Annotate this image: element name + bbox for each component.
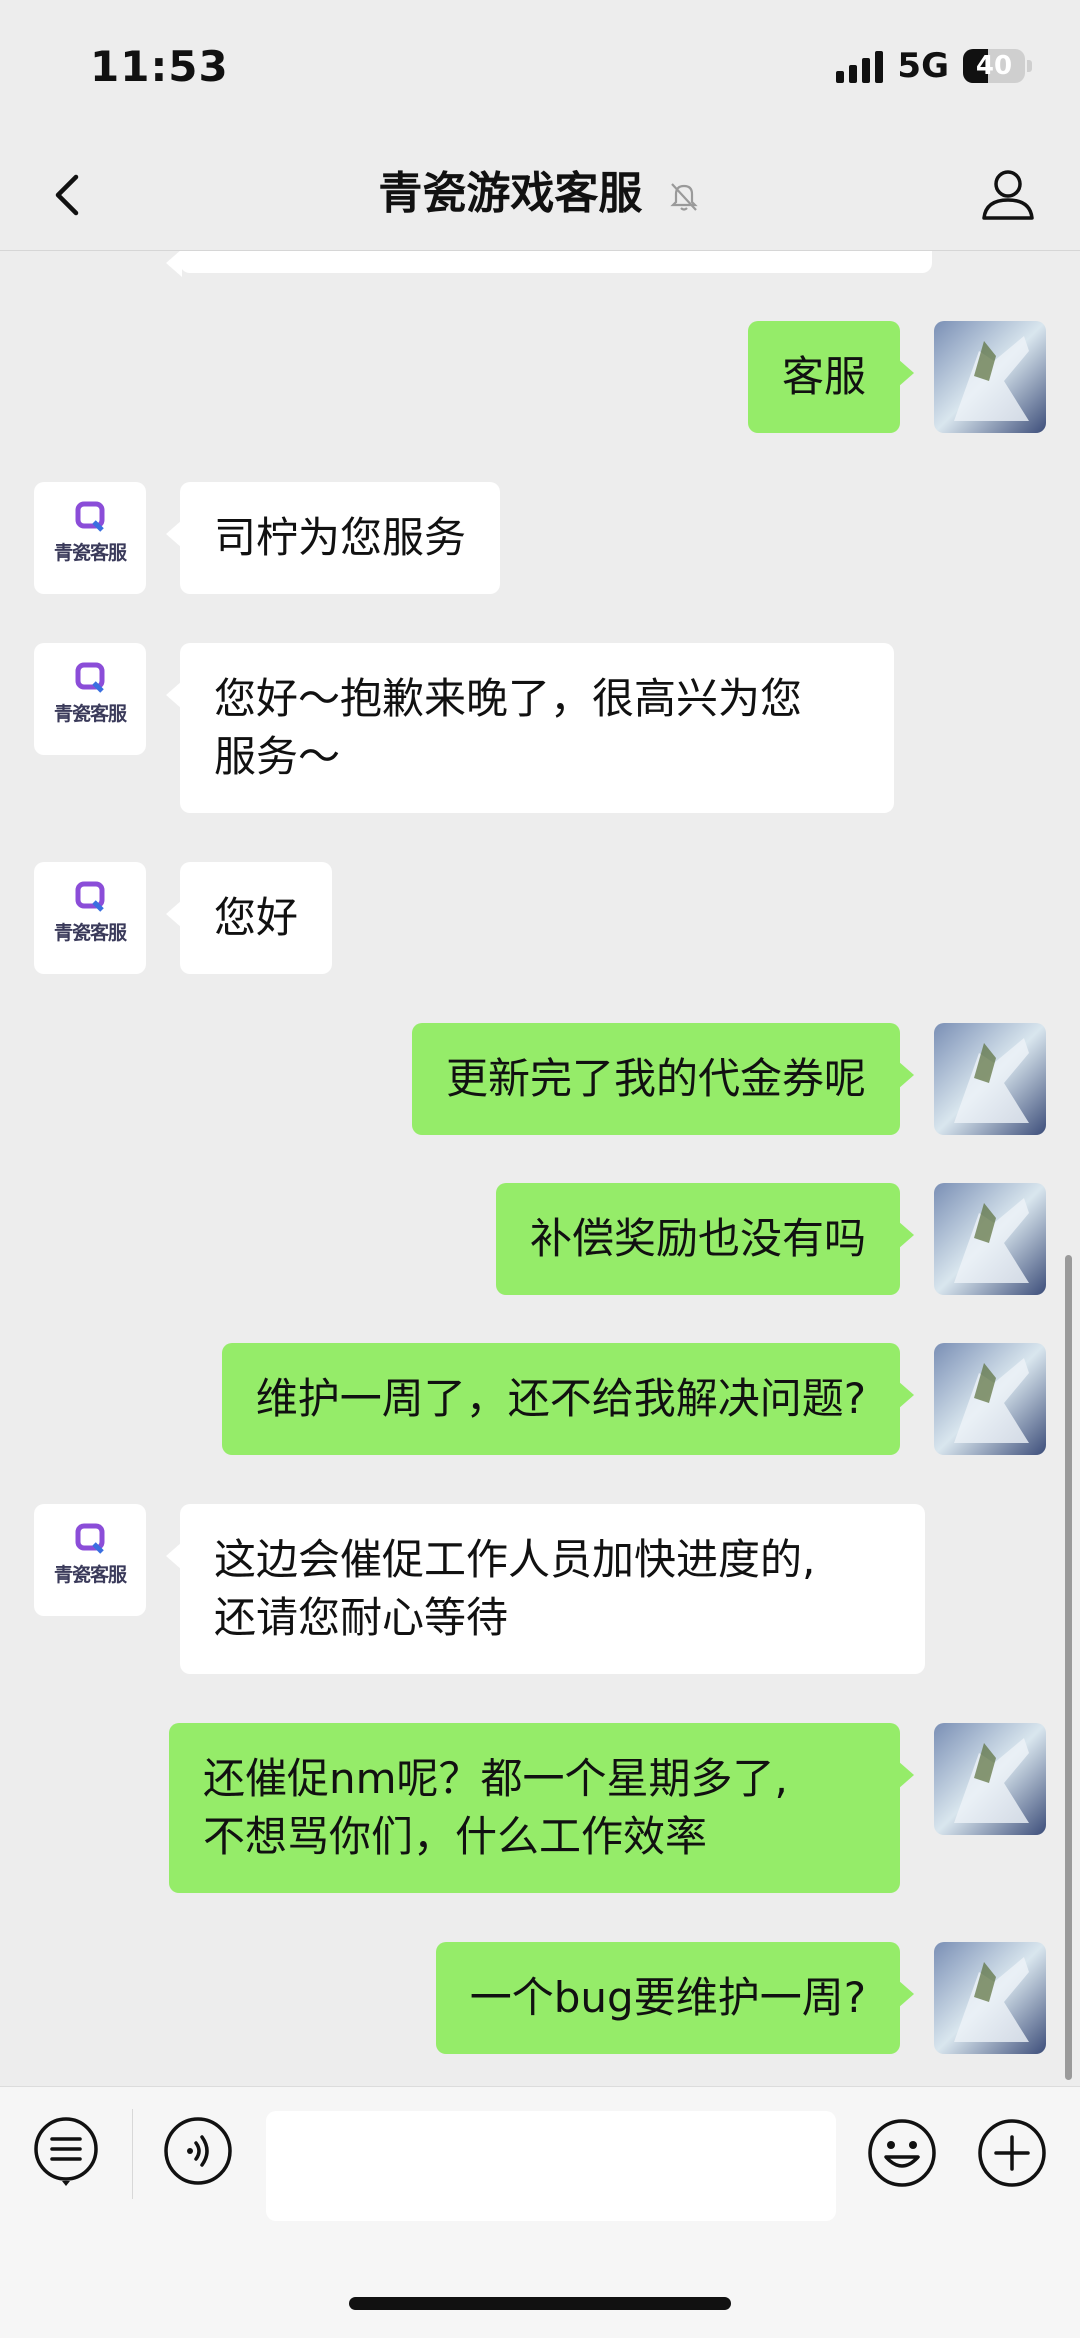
message-line: 服务～ bbox=[214, 732, 341, 781]
message-input[interactable] bbox=[266, 2111, 836, 2221]
cs-avatar-label: 青瓷客服 bbox=[53, 542, 127, 564]
message-line: 这边会催促工作人员加快进度的, bbox=[214, 1535, 816, 1584]
message-bubble[interactable]: 更新完了我的代金券呢 bbox=[411, 1023, 915, 1135]
cs-avatar-label: 青瓷客服 bbox=[53, 1564, 127, 1586]
user-avatar[interactable] bbox=[934, 1023, 1046, 1135]
message-line: 不想骂你们，什么工作效率 bbox=[203, 1812, 708, 1861]
message-line: 还催促nm呢？都一个星期多了, bbox=[203, 1754, 788, 1803]
status-indicators: 5G 40 bbox=[836, 46, 1032, 86]
message-line: 还请您耐心等待 bbox=[214, 1593, 509, 1642]
chat-scrollbar[interactable] bbox=[1065, 1255, 1072, 2080]
cs-avatar-label: 青瓷客服 bbox=[53, 922, 127, 944]
cs-avatar[interactable]: 青瓷客服 bbox=[34, 1504, 146, 1616]
user-avatar[interactable] bbox=[934, 1942, 1046, 2054]
person-icon[interactable] bbox=[976, 162, 1040, 226]
battery-level: 40 bbox=[975, 51, 1013, 81]
plus-icon[interactable] bbox=[976, 2117, 1048, 2189]
user-avatar[interactable] bbox=[934, 1183, 1046, 1295]
smile-icon[interactable] bbox=[866, 2117, 938, 2189]
message-bubble[interactable]: 司柠为您服务 bbox=[165, 482, 501, 594]
signal-icon bbox=[836, 49, 884, 83]
battery-icon: 40 bbox=[963, 49, 1025, 83]
home-indicator[interactable] bbox=[349, 2297, 731, 2310]
partial-message-bubble bbox=[166, 251, 932, 277]
bell-off-icon bbox=[670, 183, 698, 211]
voice-icon[interactable] bbox=[162, 2115, 234, 2187]
message-bubble[interactable]: 客服 bbox=[747, 321, 915, 433]
input-divider bbox=[132, 2109, 133, 2199]
list-icon[interactable] bbox=[30, 2115, 102, 2187]
cs-avatar[interactable]: 青瓷客服 bbox=[34, 643, 146, 755]
message-bubble[interactable]: 维护一周了，还不给我解决问题? bbox=[221, 1343, 915, 1455]
cs-avatar[interactable]: 青瓷客服 bbox=[34, 482, 146, 594]
user-avatar[interactable] bbox=[934, 1343, 1046, 1455]
status-time: 11:53 bbox=[90, 42, 229, 91]
status-bar: 11:53 5G 40 bbox=[0, 0, 1080, 140]
message-bubble[interactable]: 您好 bbox=[165, 862, 333, 974]
network-type: 5G bbox=[897, 46, 949, 86]
cs-avatar-label: 青瓷客服 bbox=[53, 703, 127, 725]
message-bubble[interactable]: 补偿奖励也没有吗 bbox=[495, 1183, 915, 1295]
chat-title-text: 青瓷游戏客服 bbox=[378, 168, 643, 219]
message-line: 您好～抱歉来晚了，很高兴为您 bbox=[214, 674, 803, 723]
user-avatar[interactable] bbox=[934, 321, 1046, 433]
message-bubble[interactable]: 还催促nm呢？都一个星期多了, 不想骂你们，什么工作效率 bbox=[169, 1723, 914, 1893]
message-bubble[interactable]: 您好～抱歉来晚了，很高兴为您 服务～ bbox=[166, 643, 894, 813]
chat-header: 青瓷游戏客服 bbox=[0, 140, 1080, 251]
cs-avatar[interactable]: 青瓷客服 bbox=[34, 862, 146, 974]
chat-title: 青瓷游戏客服 bbox=[0, 164, 1080, 224]
message-bubble[interactable]: 这边会催促工作人员加快进度的, 还请您耐心等待 bbox=[166, 1504, 925, 1674]
message-bubble[interactable]: 一个bug要维护一周? bbox=[435, 1942, 915, 2054]
chat-message-list[interactable]: 客服 青瓷客服 司柠为您服务 青瓷客服 您好～抱歉来晚了，很高兴为您 服务～ 青… bbox=[0, 251, 1080, 2086]
user-avatar[interactable] bbox=[934, 1723, 1046, 1835]
